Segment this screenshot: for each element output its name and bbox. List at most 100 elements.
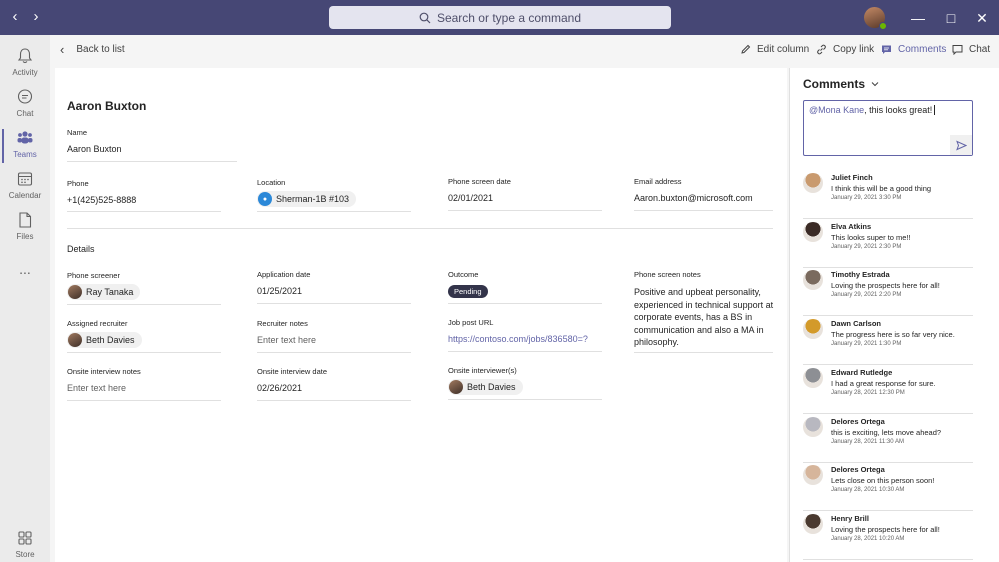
forward-arrow-icon[interactable]: › [27,8,45,26]
onsite-interview-date-field[interactable]: Onsite interview date 02/26/2021 [257,367,411,402]
field-label: Phone [67,179,89,188]
field-label: Onsite interview date [257,367,328,376]
send-icon [955,140,967,150]
field-value: 01/25/2021 [257,286,303,296]
job-post-url-field[interactable]: Job post URL https://contoso.com/jobs/83… [448,318,602,353]
details-heading: Details [67,244,95,254]
field-value: ● Sherman-1B #103 [257,191,357,207]
avatar [803,173,823,193]
comment-text: This looks super to me!! [831,232,911,242]
comment-item[interactable]: Henry Brill Loving the prospects here for… [803,511,973,560]
name-field[interactable]: Name Aaron Buxton [67,128,237,163]
draft-text: , this looks great! [864,105,933,115]
send-button[interactable] [950,135,972,155]
job-post-link[interactable]: https://contoso.com/jobs/836580=? [448,334,588,344]
search-bar[interactable]: Search or type a command [329,6,671,29]
field-underline [448,303,602,304]
comment-input[interactable]: @Mona Kane, this looks great! [803,100,973,156]
bell-icon [17,48,33,64]
close-icon[interactable]: ✕ [972,8,992,28]
field-label: Application date [257,270,311,279]
onsite-interview-notes-field[interactable]: Onsite interview notes Enter text here [67,367,221,402]
rail-item-chat[interactable]: Chat [0,88,50,118]
chat-button[interactable]: Chat [952,44,990,55]
rail-item-teams[interactable]: Teams [0,129,50,163]
back-to-list-button[interactable]: ‹ Back to list [60,43,125,56]
user-avatar[interactable] [864,7,887,30]
person-chip[interactable]: Beth Davies [67,332,142,348]
field-label: Phone screener [67,271,120,280]
comment-item[interactable]: Edward Rutledge I had a great response fo… [803,365,973,414]
field-underline [634,352,773,353]
location-pin-icon: ● [258,192,272,206]
field-underline [257,400,411,401]
rail-item-calendar[interactable]: Calendar [0,170,50,200]
phone-screen-notes-field[interactable]: Phone screen notes Positive and upbeat p… [634,270,773,353]
comments-header[interactable]: Comments [803,77,879,91]
location-chip[interactable]: ● Sherman-1B #103 [257,191,357,207]
comment-item[interactable]: Dawn Carlson The progress here is so far … [803,316,973,366]
comments-title: Comments [803,77,866,91]
phone-screen-date-field[interactable]: Phone screen date 02/01/2021 [448,177,602,212]
comment-author: Timothy Estrada [831,270,890,280]
onsite-interviewers-field[interactable]: Onsite interviewer(s) Beth Davies [448,366,602,401]
avatar [449,380,463,394]
rail-item-store[interactable]: Store [0,529,50,559]
comments-button[interactable]: Comments [881,44,946,55]
comment-text: The progress here is so far very nice. [831,330,955,340]
phone-screener-field[interactable]: Phone screener Ray Tanaka [67,271,221,306]
link-icon [817,44,826,55]
location-text: Sherman-1B #103 [276,194,350,204]
field-value: Beth Davies [448,379,523,396]
person-chip[interactable]: Ray Tanaka [67,284,141,300]
comment-text: Loving the prospects here for all! [831,281,940,291]
comment-item[interactable]: Elva Atkins This looks super to me!! Janua… [803,219,973,268]
field-label: Recruiter notes [257,319,308,328]
outcome-field[interactable]: Outcome Pending [448,270,602,305]
rail-label: Activity [12,68,38,77]
comment-author: Elva Atkins [831,221,872,231]
field-label: Assigned recruiter [67,319,128,328]
comment-date: January 29, 2021 2:20 PM [831,292,902,299]
copy-link-button[interactable]: Copy link [816,44,874,55]
more-apps-icon[interactable]: ... [0,261,50,277]
phone-field[interactable]: Phone +1(425)525-8888 [67,179,221,213]
comment-item[interactable]: Delores Ortega this is exciting, lets mov… [803,414,973,463]
email-field[interactable]: Email address Aaron.buxton@microsoft.com [634,177,773,212]
person-chip[interactable]: Beth Davies [448,379,523,395]
location-field[interactable]: Location ● Sherman-1B #103 [257,178,411,213]
rail-label: Files [16,232,34,241]
comment-date: January 28, 2021 10:20 AM [831,535,905,542]
maximize-icon[interactable]: □ [941,8,961,28]
back-arrow-icon[interactable]: ‹ [6,8,24,26]
rail-item-activity[interactable]: Activity [0,47,50,77]
calendar-icon [17,172,33,186]
comment-date: January 29, 2021 3:30 PM [831,195,902,201]
comment-item[interactable]: Delores Ortega Lets close on this person … [803,462,973,512]
field-value: +1(425)525-8888 [67,195,137,205]
field-underline [257,303,411,304]
search-icon [419,12,431,23]
edit-column-button[interactable]: Edit column [740,44,809,55]
comment-item[interactable]: Juliet Finch I think this will be a good … [803,170,973,219]
chevron-down-icon [871,82,879,87]
application-date-field[interactable]: Application date 01/25/2021 [257,270,411,305]
field-value: Ray Tanaka [67,284,141,301]
toolbar: ‹ Back to list Edit column Copy link Com… [50,35,999,68]
assigned-recruiter-field[interactable]: Assigned recruiter Beth Davies [67,319,221,354]
recruiter-notes-field[interactable]: Recruiter notes Enter text here [257,319,411,354]
title-bar: ‹ › Search or type a command — □ ✕ [0,0,999,35]
comment-date: January 29, 2021 1:30 PM [831,341,902,348]
minimize-icon[interactable]: — [908,8,928,28]
comments-panel: Comments @Mona Kane, this looks great! J… [789,68,999,562]
rail-item-files[interactable]: Files [0,211,50,241]
comment-text: Lets close on this person soon! [831,476,935,486]
presence-dot [879,22,887,30]
comment-date: January 28, 2021 11:30 AM [831,438,904,445]
field-value: 02/01/2021 [448,193,494,203]
comment-item[interactable]: Timothy Estrada Loving the prospects here… [803,267,973,317]
field-label: Location [257,178,286,187]
field-value: Aaron.buxton@microsoft.com [634,193,753,203]
avatar [803,416,823,437]
rail-label: Store [15,550,35,559]
